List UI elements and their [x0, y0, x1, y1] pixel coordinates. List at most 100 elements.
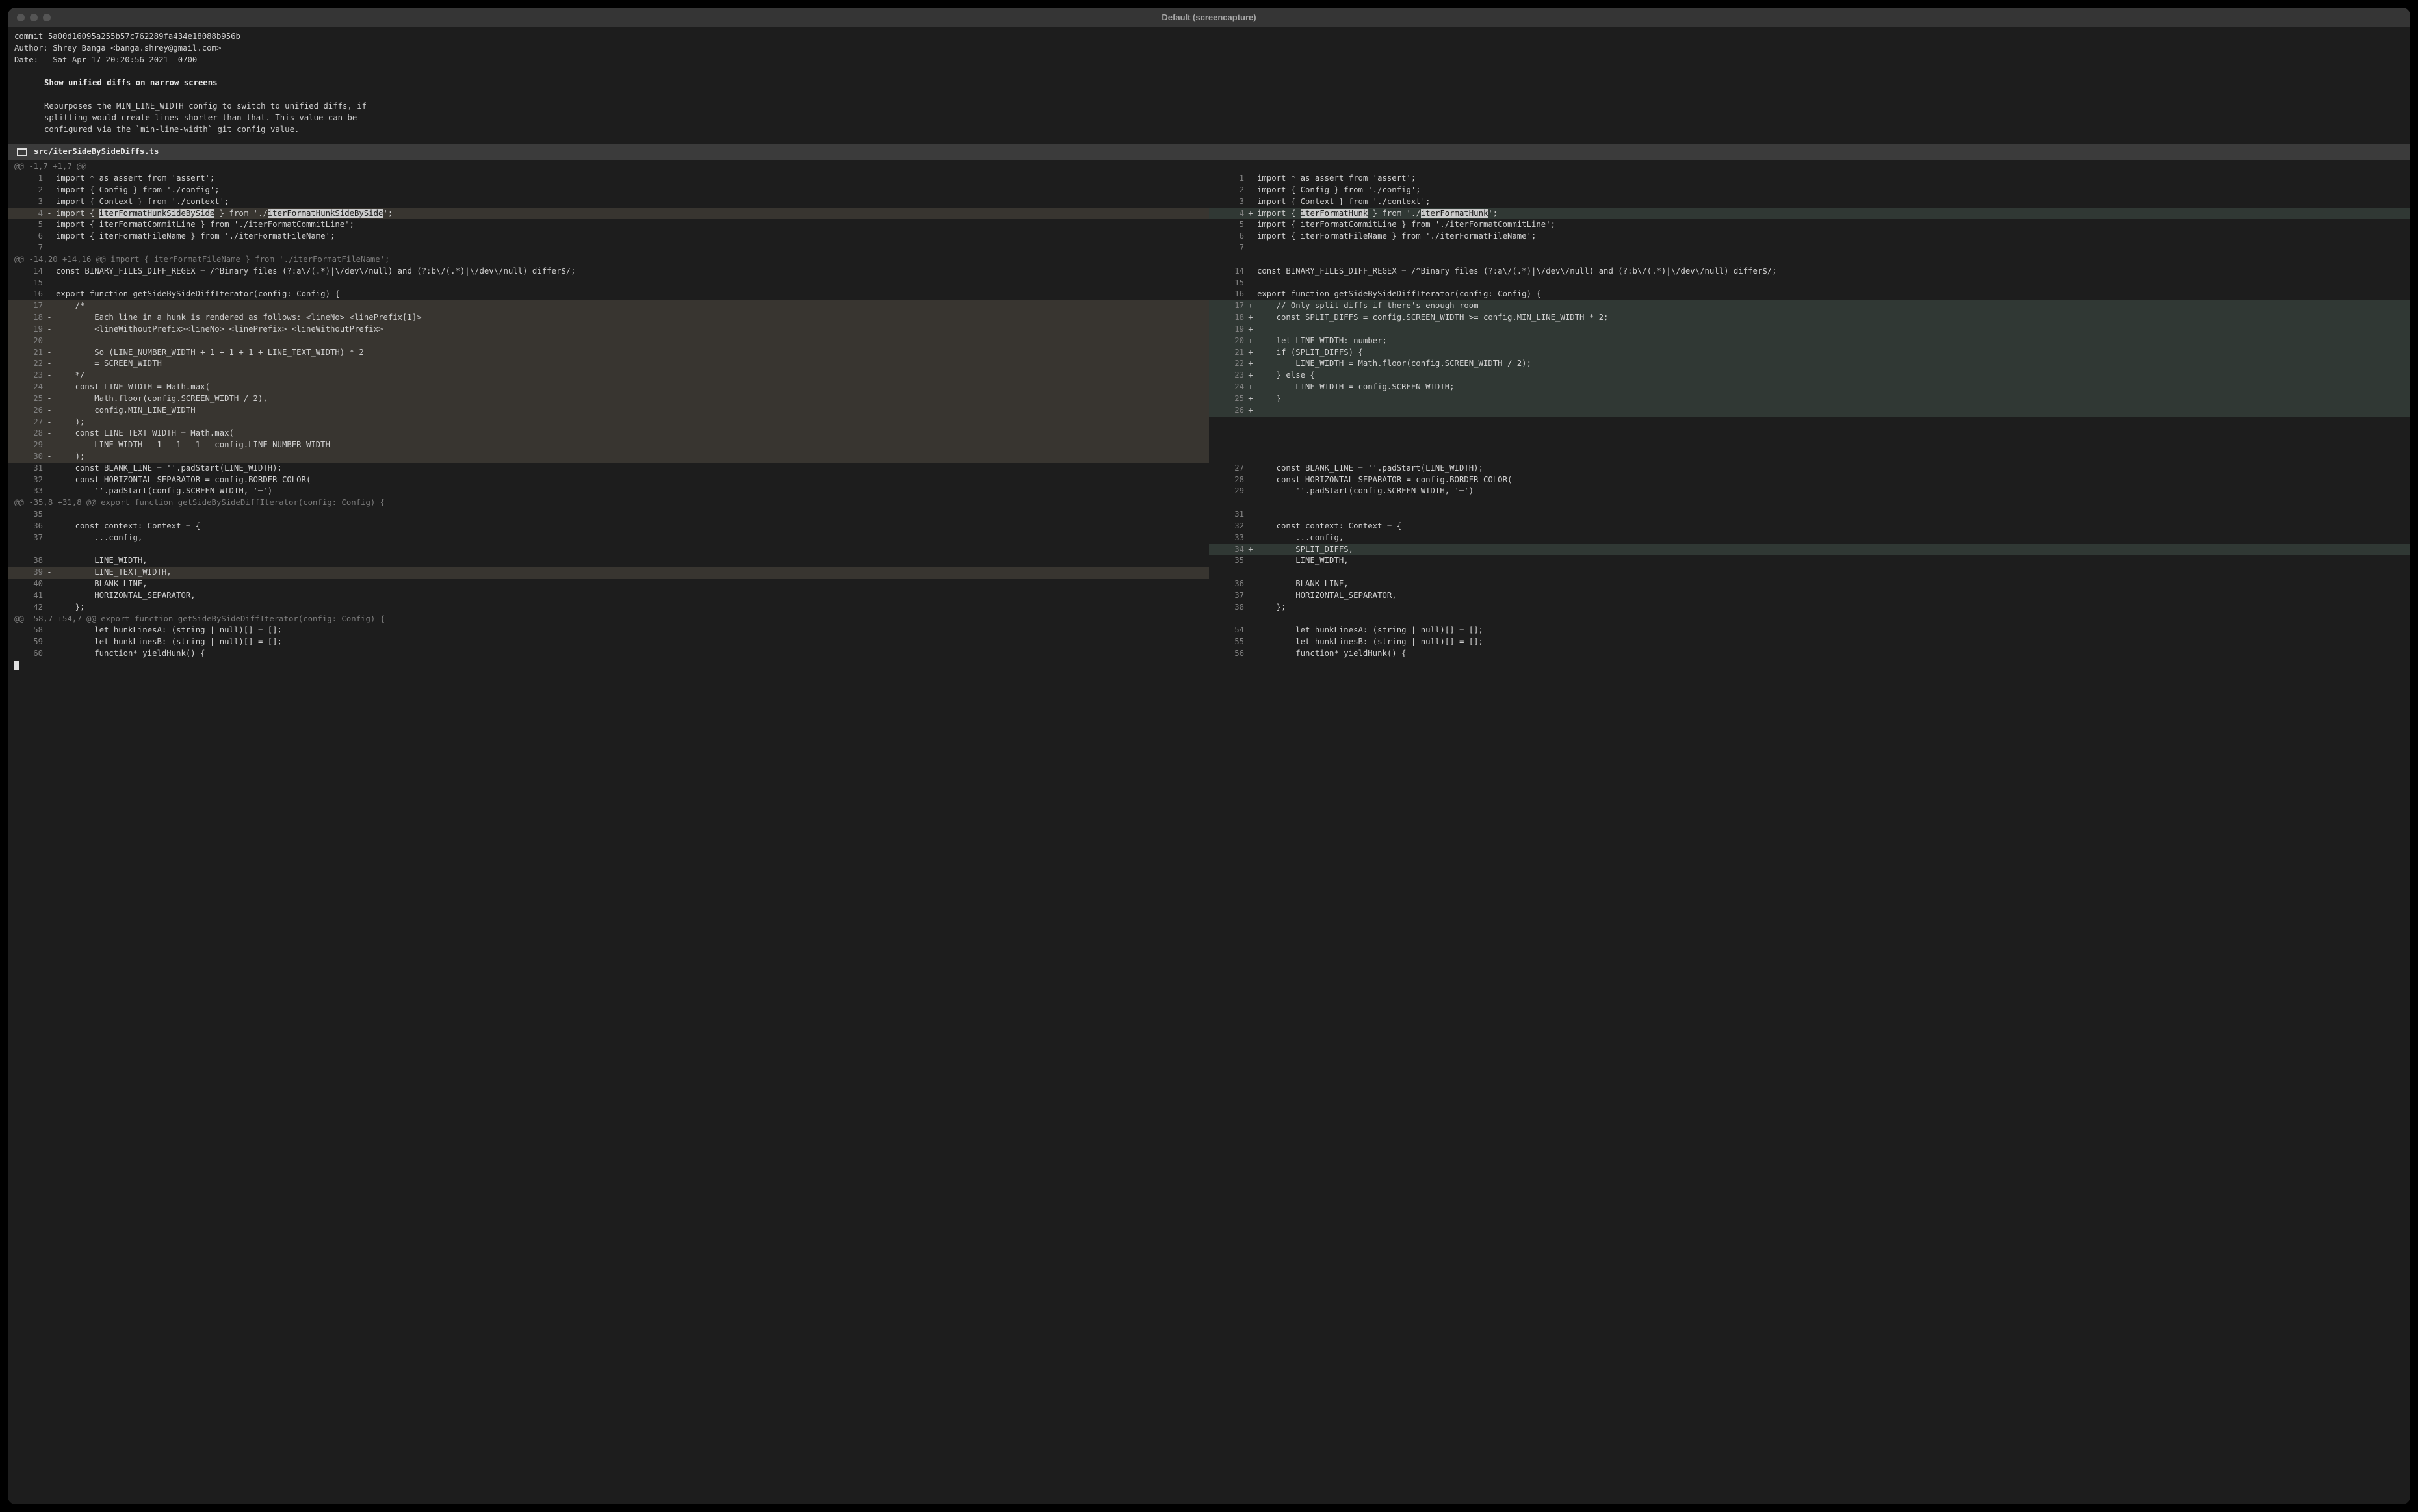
- commit-body: Repurposes the MIN_LINE_WIDTH config to …: [8, 101, 2410, 112]
- diff-row: 27 const BLANK_LINE = ''.padStart(LINE_W…: [1209, 463, 2410, 475]
- diff-right-column: 1 import * as assert from 'assert'; 2 im…: [1209, 173, 2410, 254]
- diff-row-added: 17+ // Only split diffs if there's enoug…: [1209, 300, 2410, 312]
- diff-row: 7: [1209, 242, 2410, 254]
- diff-row-removed: 27- );: [8, 417, 1209, 428]
- commit-body: configured via the `min-line-width` git …: [8, 124, 2410, 136]
- diff-row-added: 18+ const SPLIT_DIFFS = config.SCREEN_WI…: [1209, 312, 2410, 324]
- diff-row-added: 26+: [1209, 405, 2410, 417]
- diff-right-column: 31 32 const context: Context = { 33 ...c…: [1209, 509, 2410, 613]
- commit-subject: Show unified diffs on narrow screens: [8, 77, 2410, 89]
- commit-date: Date: Sat Apr 17 20:20:56 2021 -0700: [8, 55, 2410, 66]
- diff-row: 58 let hunkLinesA: (string | null)[] = […: [8, 625, 1209, 636]
- window-title: Default (screencapture): [8, 12, 2410, 24]
- diff-row: 37 HORIZONTAL_SEPARATOR,: [1209, 590, 2410, 602]
- window-controls: [17, 14, 51, 21]
- hunk-header: @@ -1,7 +1,7 @@: [8, 161, 2410, 173]
- diff-row: 33 ''.padStart(config.SCREEN_WIDTH, '─'): [8, 486, 1209, 497]
- close-icon[interactable]: [17, 14, 25, 21]
- diff-row-added: 4+import { iterFormatHunk } from './iter…: [1209, 208, 2410, 220]
- zoom-icon[interactable]: [43, 14, 51, 21]
- diff-row: 2 import { Config } from './config';: [1209, 185, 2410, 196]
- diff-row-added: 23+ } else {: [1209, 370, 2410, 382]
- diff-row: 59 let hunkLinesB: (string | null)[] = […: [8, 636, 1209, 648]
- diff-row-removed: 19- <lineWithoutPrefix><lineNo> <linePre…: [8, 324, 1209, 335]
- diff-row-removed: 17- /*: [8, 300, 1209, 312]
- file-header: src/iterSideBySideDiffs.ts: [8, 144, 2410, 160]
- diff-row: 6 import { iterFormatFileName } from './…: [8, 231, 1209, 242]
- diff-body: @@ -1,7 +1,7 @@ 1 import * as assert fro…: [8, 161, 2410, 660]
- diff-row-added: 21+ if (SPLIT_DIFFS) {: [1209, 347, 2410, 359]
- diff-row: 60 function* yieldHunk() {: [8, 648, 1209, 660]
- diff-row: 16 export function getSideBySideDiffIter…: [1209, 289, 2410, 300]
- file-icon: [17, 148, 27, 156]
- diff-row: 6 import { iterFormatFileName } from './…: [1209, 231, 2410, 242]
- diff-row: 38 };: [1209, 602, 2410, 614]
- diff-row: 15: [8, 278, 1209, 289]
- diff-row: 32 const HORIZONTAL_SEPARATOR = config.B…: [8, 475, 1209, 486]
- diff-row: 29 ''.padStart(config.SCREEN_WIDTH, '─'): [1209, 486, 2410, 497]
- diff-row: 54 let hunkLinesA: (string | null)[] = […: [1209, 625, 2410, 636]
- diff-left-column: 14 const BINARY_FILES_DIFF_REGEX = /^Bin…: [8, 266, 1209, 498]
- minimize-icon[interactable]: [30, 14, 38, 21]
- diff-row: 14 const BINARY_FILES_DIFF_REGEX = /^Bin…: [1209, 266, 2410, 278]
- commit-hash: commit 5a00d16095a255b57c762289fa434e180…: [8, 31, 2410, 43]
- diff-row: 33 ...config,: [1209, 532, 2410, 544]
- diff-right-column: 54 let hunkLinesA: (string | null)[] = […: [1209, 625, 2410, 659]
- titlebar[interactable]: Default (screencapture): [8, 8, 2410, 27]
- diff-row: 42 };: [8, 602, 1209, 614]
- diff-row-empty: [8, 544, 1209, 556]
- diff-left-column: 35 36 const context: Context = { 37 ...c…: [8, 509, 1209, 613]
- diff-row: 37 ...config,: [8, 532, 1209, 544]
- diff-row-added: 20+ let LINE_WIDTH: number;: [1209, 335, 2410, 347]
- commit-body: splitting would create lines shorter tha…: [8, 112, 2410, 124]
- word-diff-added: iterFormatHunk: [1301, 209, 1368, 218]
- diff-row: 36 const context: Context = {: [8, 521, 1209, 532]
- word-diff-added: iterFormatHunk: [1421, 209, 1488, 218]
- diff-row-removed: 22- = SCREEN_WIDTH: [8, 358, 1209, 370]
- diff-row: 31 const BLANK_LINE = ''.padStart(LINE_W…: [8, 463, 1209, 475]
- diff-row: 5 import { iterFormatCommitLine } from '…: [1209, 219, 2410, 231]
- hunk-header: @@ -58,7 +54,7 @@ export function getSid…: [8, 614, 2410, 625]
- diff-row-removed: 26- config.MIN_LINE_WIDTH: [8, 405, 1209, 417]
- terminal-viewport[interactable]: commit 5a00d16095a255b57c762289fa434e180…: [8, 27, 2410, 1504]
- diff-row: 1 import * as assert from 'assert';: [8, 173, 1209, 185]
- diff-row: 40 BLANK_LINE,: [8, 579, 1209, 590]
- diff-row-empty: [1209, 428, 2410, 439]
- diff-row: 55 let hunkLinesB: (string | null)[] = […: [1209, 636, 2410, 648]
- diff-row: 36 BLANK_LINE,: [1209, 579, 2410, 590]
- terminal-window: Default (screencapture) commit 5a00d1609…: [8, 8, 2410, 1504]
- diff-row: 35: [8, 509, 1209, 521]
- diff-row-empty: [1209, 451, 2410, 463]
- diff-row: 5 import { iterFormatCommitLine } from '…: [8, 219, 1209, 231]
- diff-row-removed: 24- const LINE_WIDTH = Math.max(: [8, 382, 1209, 393]
- diff-row-added: 19+: [1209, 324, 2410, 335]
- diff-row: 7: [8, 242, 1209, 254]
- diff-row-removed: 25- Math.floor(config.SCREEN_WIDTH / 2),: [8, 393, 1209, 405]
- diff-row-removed: 39- LINE_TEXT_WIDTH,: [8, 567, 1209, 579]
- hunk-header: @@ -14,20 +14,16 @@ import { iterFormatF…: [8, 254, 2410, 266]
- word-diff-removed: iterFormatHunkSideBySide: [99, 209, 215, 218]
- diff-row: 35 LINE_WIDTH,: [1209, 555, 2410, 567]
- word-diff-removed: iterFormatHunkSideBySide: [268, 209, 384, 218]
- diff-row: 32 const context: Context = {: [1209, 521, 2410, 532]
- diff-row-removed: 28- const LINE_TEXT_WIDTH = Math.max(: [8, 428, 1209, 439]
- cursor-icon: [14, 661, 19, 670]
- diff-row-removed: 18- Each line in a hunk is rendered as f…: [8, 312, 1209, 324]
- diff-row: 15: [1209, 278, 2410, 289]
- diff-row-empty: [1209, 567, 2410, 579]
- diff-row-removed: 29- LINE_WIDTH - 1 - 1 - 1 - config.LINE…: [8, 439, 1209, 451]
- diff-row: 56 function* yieldHunk() {: [1209, 648, 2410, 660]
- diff-row: 1 import * as assert from 'assert';: [1209, 173, 2410, 185]
- diff-left-column: 1 import * as assert from 'assert'; 2 im…: [8, 173, 1209, 254]
- diff-row-removed: 20-: [8, 335, 1209, 347]
- diff-row: 28 const HORIZONTAL_SEPARATOR = config.B…: [1209, 475, 2410, 486]
- diff-row: 3 import { Context } from './context';: [8, 196, 1209, 208]
- diff-row-removed: 21- So (LINE_NUMBER_WIDTH + 1 + 1 + 1 + …: [8, 347, 1209, 359]
- diff-row: 14 const BINARY_FILES_DIFF_REGEX = /^Bin…: [8, 266, 1209, 278]
- diff-row-empty: [1209, 417, 2410, 428]
- diff-right-column: 14 const BINARY_FILES_DIFF_REGEX = /^Bin…: [1209, 266, 2410, 498]
- file-name: src/iterSideBySideDiffs.ts: [34, 146, 159, 158]
- diff-row-added: 22+ LINE_WIDTH = Math.floor(config.SCREE…: [1209, 358, 2410, 370]
- diff-row: 41 HORIZONTAL_SEPARATOR,: [8, 590, 1209, 602]
- commit-author: Author: Shrey Banga <banga.shrey@gmail.c…: [8, 43, 2410, 55]
